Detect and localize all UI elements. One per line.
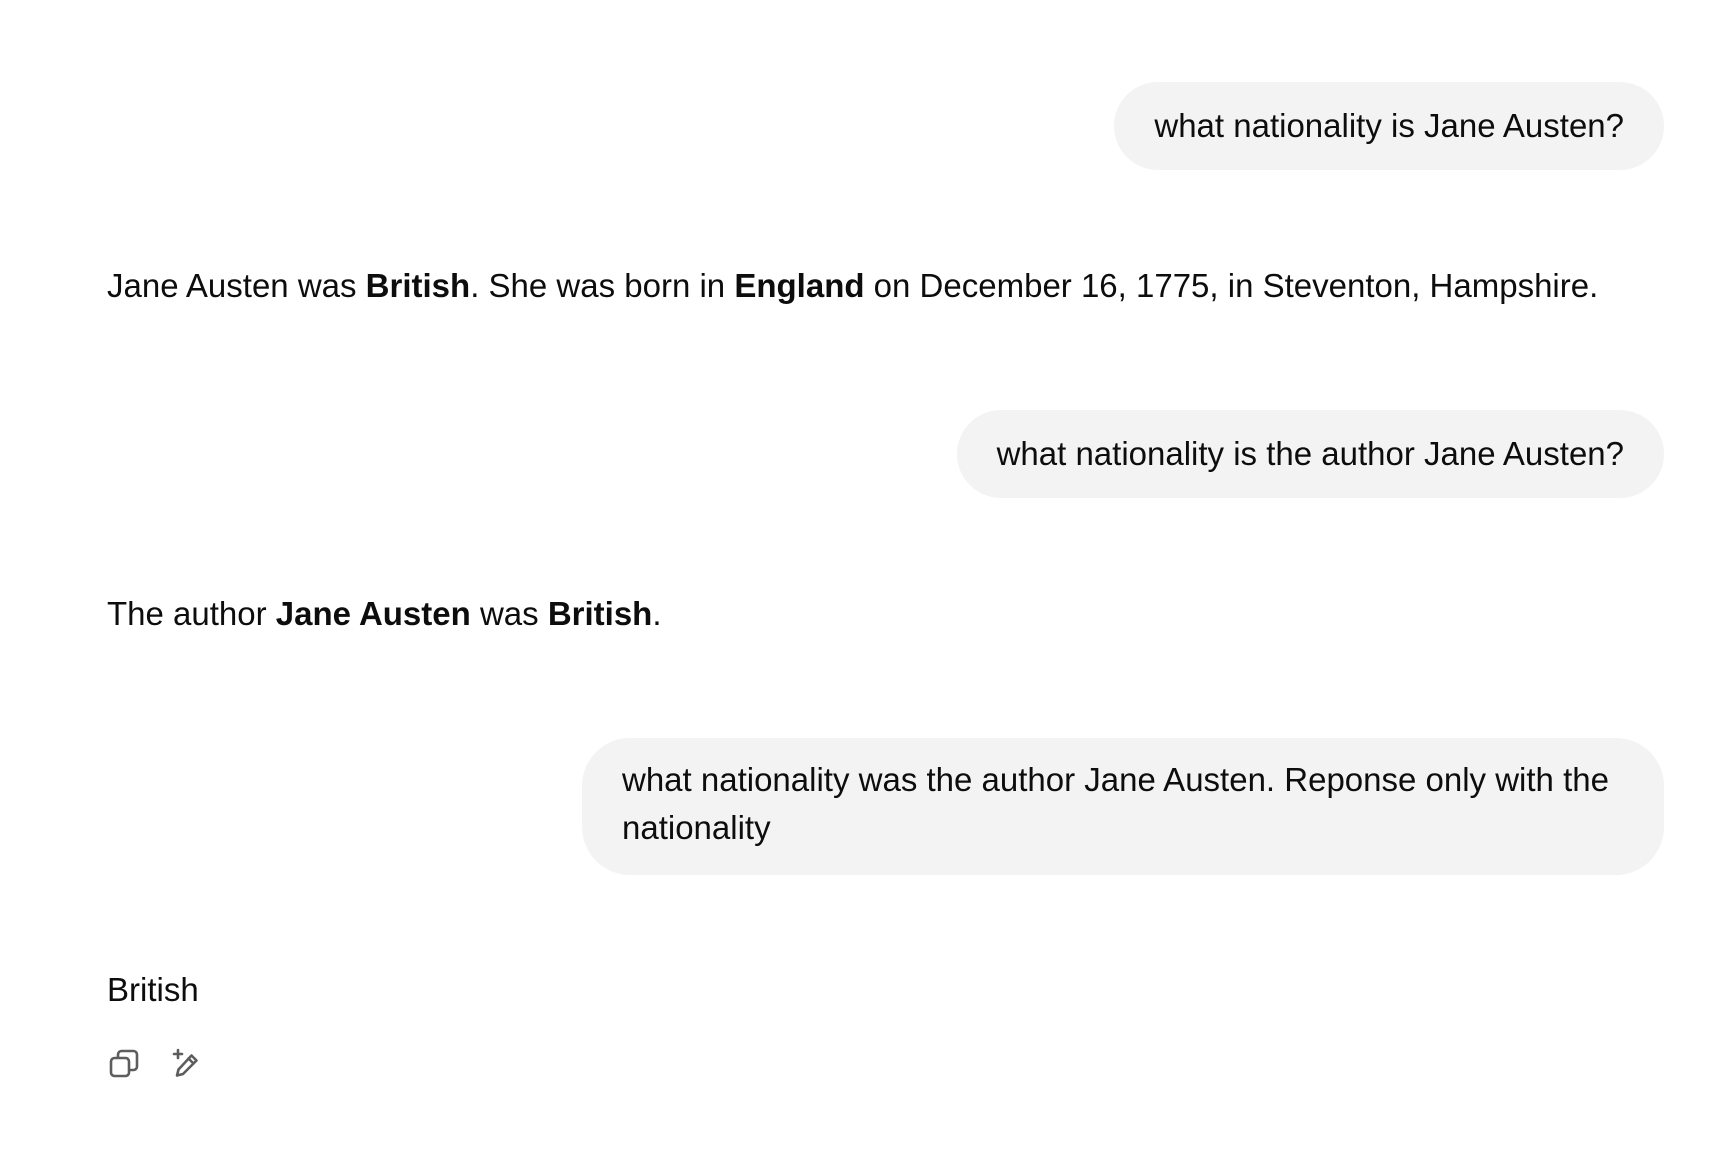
assistant-message: British [107, 966, 199, 1014]
assistant-text-bold: England [734, 267, 865, 304]
user-message-text[interactable]: what nationality is the author Jane Aust… [997, 435, 1624, 472]
assistant-text-segment: on December 16, 1775, in Steventon, Hamp… [864, 267, 1599, 304]
message-actions [104, 1044, 206, 1084]
user-message: what nationality is the author Jane Aust… [956, 410, 1664, 498]
assistant-text-segment: British [107, 971, 199, 1008]
assistant-message: Jane Austen was British. She was born in… [107, 262, 1598, 310]
assistant-text-segment: . She was born in [470, 267, 735, 304]
user-message-text[interactable]: what nationality is Jane Austen? [1154, 107, 1624, 144]
user-message: what nationality is Jane Austen? [1114, 82, 1664, 170]
edit-sparkle-icon [172, 1048, 198, 1077]
assistant-text-bold: British [365, 267, 471, 304]
copy-button[interactable] [104, 1044, 144, 1084]
copy-icon [109, 1049, 139, 1078]
assistant-text-segment: was [470, 595, 548, 632]
assistant-text-segment: The author [107, 595, 276, 632]
user-message-text[interactable]: what nationality was the author Jane Aus… [622, 761, 1609, 846]
assistant-message: The author Jane Austen was British. [107, 590, 662, 638]
user-message: what nationality was the author Jane Aus… [582, 738, 1664, 875]
edit-button[interactable] [166, 1044, 206, 1084]
assistant-text-segment: . [652, 595, 662, 632]
assistant-text-bold: British [547, 595, 653, 632]
assistant-text-bold: Jane Austen [275, 595, 471, 632]
assistant-text-segment: Jane Austen was [107, 267, 366, 304]
chat-transcript: what nationality is Jane Austen? Jane Au… [0, 0, 1720, 1162]
